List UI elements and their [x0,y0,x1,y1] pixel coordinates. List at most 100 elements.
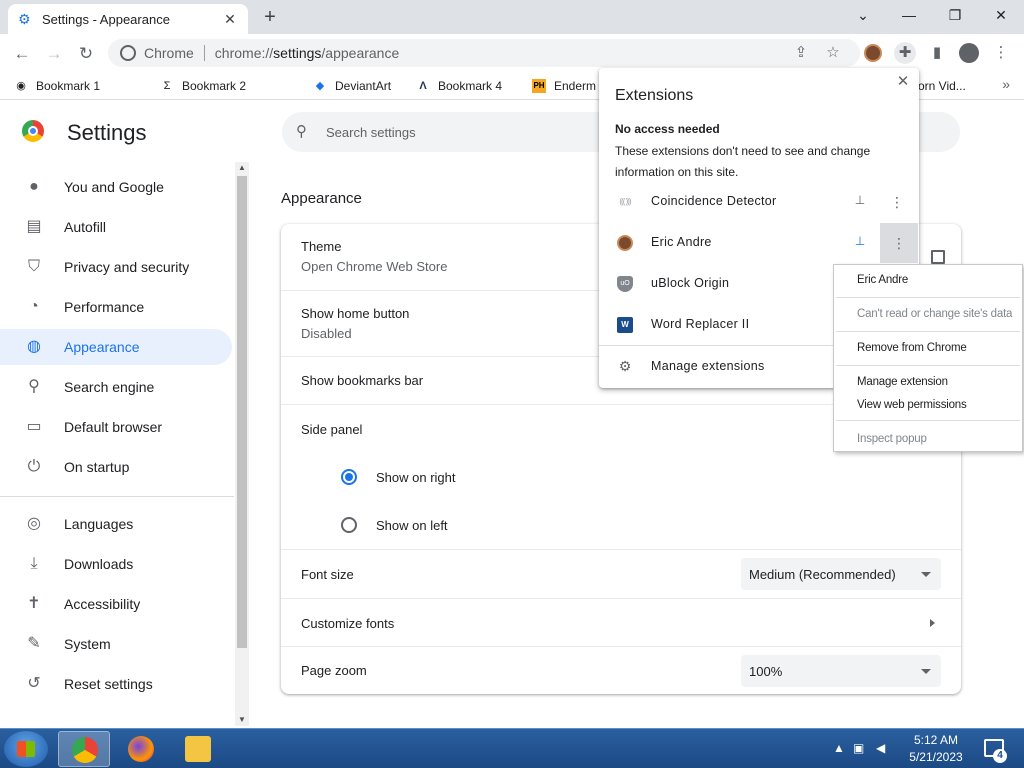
ctx-item-inspect-popup: Inspect popup [857,433,927,445]
more-options-icon[interactable]: ⋮ [887,192,907,212]
close-window-button[interactable]: ✕ [978,4,1024,26]
no-access-heading: No access needed [615,122,720,136]
bookmark-deviantart[interactable]: ◆ DeviantArt [313,78,391,94]
ctx-item-remove-from-chrome[interactable]: Remove from Chrome [857,342,967,354]
side-panel-left-radio[interactable] [341,517,357,533]
new-tab-button[interactable]: + [259,6,281,28]
deviantart-icon: ◆ [315,80,325,92]
chevron-down-icon [921,572,931,577]
share-icon[interactable]: ⇪ [792,44,810,62]
notification-count-badge: 4 [993,749,1007,763]
bookmark-4[interactable]: Λ Bookmark 4 [416,78,502,94]
customize-fonts-row[interactable]: Customize fonts [281,598,961,646]
ctx-divider [836,331,1020,332]
globe-icon: ◉ [16,80,26,92]
clock-time: 5:12 AM [913,733,959,747]
tab-close-icon[interactable]: ✕ [222,11,238,27]
bookmarks-overflow-icon[interactable]: » [1002,76,1010,92]
sidebar-scrollbar[interactable]: ▲ ▼ [235,162,249,726]
sidebar-item-system[interactable]: ✎ System [0,626,232,662]
sidebar-item-privacy[interactable]: ⛉ Privacy and security [0,249,232,285]
gear-icon: ⚙ [18,11,31,27]
scrollbar-thumb[interactable] [237,176,247,648]
taskbar-firefox[interactable] [115,731,167,767]
minimize-button[interactable]: — [886,4,932,26]
chevron-right-icon [930,619,935,627]
forward-button[interactable]: → [42,42,66,66]
more-options-icon[interactable]: ⋮ [880,223,918,263]
eric-andre-extension-icon[interactable] [862,42,884,64]
profile-avatar[interactable] [958,42,980,64]
show-hidden-icons-icon[interactable]: ▲ [833,741,845,755]
close-icon[interactable]: ✕ [895,74,911,90]
scroll-up-arrow-icon[interactable]: ▲ [235,162,249,174]
page-zoom-label: Page zoom [301,663,367,678]
ctx-item-site-access: Can't read or change site's data [857,308,1013,320]
sidebar-item-appearance[interactable]: ◍ Appearance [0,329,232,365]
ctx-divider [836,420,1020,421]
sidebar-item-accessibility[interactable]: ✝ Accessibility [0,586,232,622]
volume-muted-icon[interactable]: ◀ [876,741,885,755]
windows-taskbar: ▲ ▣ ◀ 5:12 AM 5/21/2023 4 [0,728,1024,768]
restore-button[interactable]: ❐ [932,4,978,26]
sidebar-item-search-engine[interactable]: ⚲ Search engine [0,369,232,405]
bookmark-6[interactable]: orn Vid... [918,78,966,94]
tab-settings-appearance[interactable]: ⚙ Settings - Appearance ✕ [8,4,248,34]
extension-row-eric-andre[interactable]: Eric Andre ⊥ ⋮ [599,223,919,263]
sidebar-item-languages[interactable]: ◎ Languages [0,506,232,542]
pin-filled-icon[interactable]: ⊥ [853,234,867,250]
sidebar-item-reset-settings[interactable]: ↺ Reset settings [0,666,232,702]
ph-logo-icon: PH [532,79,546,93]
person-icon: ● [29,178,39,195]
search-icon: ⚲ [296,123,307,140]
theme-label: Theme [301,239,342,254]
chrome-logo-icon [72,737,98,763]
back-button[interactable]: ← [10,42,34,66]
side-panel-right-radio[interactable] [341,469,357,485]
taskbar-clock[interactable]: 5:12 AM 5/21/2023 [896,732,976,766]
extension-row-coincidence-detector[interactable]: ((( ))) Coincidence Detector ⊥ ⋮ [599,182,919,222]
tab-search-button[interactable]: ⌄ [840,4,886,26]
network-icon[interactable]: ▣ [853,741,864,755]
firefox-logo-icon [128,736,154,762]
font-size-select[interactable]: Medium (Recommended) [741,558,941,590]
bookmark-2[interactable]: Σ Bookmark 2 [160,78,246,94]
bookmark-star-icon[interactable]: ☆ [824,44,842,62]
extensions-puzzle-icon[interactable]: ✚ [894,42,916,64]
sidebar-item-downloads[interactable]: ⤓ Downloads [0,546,232,582]
sidebar-item-you-and-google[interactable]: ● You and Google [0,169,232,205]
sidebar-item-default-browser[interactable]: ▭ Default browser [0,409,232,445]
speedometer-icon: ◔ [29,298,39,315]
ublock-shield-icon: uO [617,276,633,292]
start-button[interactable] [4,731,48,767]
reload-button[interactable]: ↻ [74,42,98,66]
page-zoom-select[interactable]: 100% [741,655,941,687]
site-chip: Chrome [144,45,194,61]
sidebar-item-performance[interactable]: ◔ Performance [0,289,232,325]
address-bar[interactable]: Chrome chrome://settings/appearance [108,39,860,67]
sidebar-divider [0,496,234,497]
ctx-item-extension-name[interactable]: Eric Andre [857,274,908,286]
clipboard-icon: ▤ [26,218,42,235]
ctx-item-manage-extension[interactable]: Manage extension [857,376,948,388]
sidebar-item-on-startup[interactable]: ⏻ On startup [0,449,232,485]
menu-kebab-icon[interactable]: ⋮ [990,42,1012,64]
bookmark-enderm[interactable]: PH Enderm [532,78,596,94]
pin-icon[interactable]: ⊥ [853,193,867,209]
taskbar-file-explorer[interactable] [172,731,224,767]
bookmark-1[interactable]: ◉ Bookmark 1 [14,78,100,94]
shield-icon: ⛉ [27,258,40,275]
power-icon: ⏻ [27,458,41,475]
sidebar-item-autofill[interactable]: ▤ Autofill [0,209,232,245]
taskbar-chrome[interactable] [58,731,110,767]
side-panel-icon[interactable]: ▮ [926,42,948,64]
coincidence-icon: ((( ))) [619,197,631,206]
triangle-logo-icon: Λ [419,80,427,92]
page-title: Settings [67,120,147,145]
scroll-down-arrow-icon[interactable]: ▼ [235,714,249,726]
home-button-label: Show home button [301,306,410,321]
gear-icon: ⚙ [618,358,632,374]
ctx-item-view-web-permissions[interactable]: View web permissions [857,399,967,411]
external-link-icon[interactable] [931,250,945,264]
search-settings-input[interactable] [326,124,626,140]
